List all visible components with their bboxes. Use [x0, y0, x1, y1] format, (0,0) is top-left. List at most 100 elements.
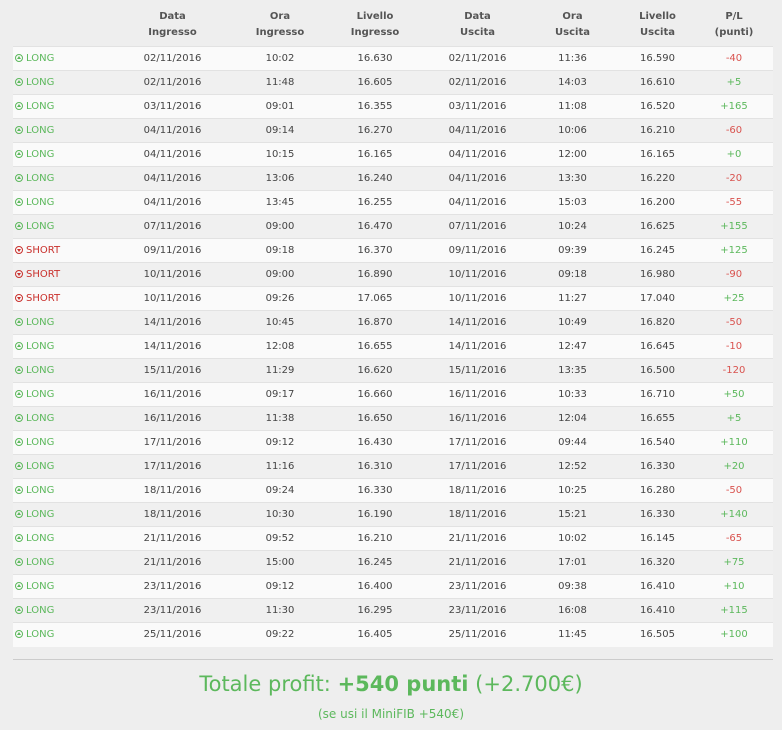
direction-label: LONG — [26, 533, 55, 544]
cell-exit-level: 17.040 — [620, 286, 695, 311]
cell-entry-time: 09:14 — [240, 118, 320, 143]
table-row: LONG 25/11/2016 09:22 16.405 25/11/2016 11:45… — [13, 622, 773, 647]
cell-exit-date: 04/11/2016 — [430, 190, 525, 215]
cell-exit-level: 16.625 — [620, 214, 695, 239]
cell-entry-level: 16.245 — [320, 550, 430, 575]
cell-exit-time: 09:39 — [525, 238, 620, 263]
cell-entry-date: 03/11/2016 — [105, 94, 240, 119]
cell-exit-time: 09:44 — [525, 430, 620, 455]
cell-exit-time: 12:04 — [525, 406, 620, 431]
cell-entry-level: 16.295 — [320, 598, 430, 623]
cell-exit-time: 09:38 — [525, 574, 620, 599]
cell-exit-date: 17/11/2016 — [430, 454, 525, 479]
cell-exit-time: 15:03 — [525, 190, 620, 215]
cell-exit-level: 16.200 — [620, 190, 695, 215]
summary-divider — [13, 659, 773, 660]
cell-entry-level: 16.890 — [320, 262, 430, 287]
cell-entry-date: 04/11/2016 — [105, 190, 240, 215]
cell-pl: +10 — [695, 574, 773, 599]
cell-entry-time: 13:06 — [240, 166, 320, 191]
minifib-note: (se usi il MiniFIB +540€) — [317, 707, 464, 721]
cell-exit-time: 17:01 — [525, 550, 620, 575]
trade-direction: SHORT — [13, 262, 105, 287]
cell-entry-date: 17/11/2016 — [105, 430, 240, 455]
cell-entry-level: 16.430 — [320, 430, 430, 455]
cell-pl: +75 — [695, 550, 773, 575]
arrow-up-circle-icon — [15, 510, 23, 518]
cell-pl: +115 — [695, 598, 773, 623]
total-profit: Totale profit: +540 punti (+2.700€) — [0, 672, 782, 696]
cell-pl: -50 — [695, 478, 773, 503]
cell-exit-time: 10:49 — [525, 310, 620, 335]
cell-pl: +5 — [695, 406, 773, 431]
cell-entry-time: 10:30 — [240, 502, 320, 527]
cell-entry-time: 09:18 — [240, 238, 320, 263]
table-row: SHORT 10/11/2016 09:00 16.890 10/11/2016 09:1… — [13, 262, 773, 287]
cell-exit-level: 16.245 — [620, 238, 695, 263]
cell-pl: +155 — [695, 214, 773, 239]
table-row: SHORT 09/11/2016 09:18 16.370 09/11/2016 09:3… — [13, 238, 773, 263]
cell-exit-date: 18/11/2016 — [430, 502, 525, 527]
arrow-up-circle-icon — [15, 102, 23, 110]
cell-entry-date: 25/11/2016 — [105, 622, 240, 647]
cell-entry-level: 16.405 — [320, 622, 430, 647]
cell-pl: +25 — [695, 286, 773, 311]
table-row: LONG 17/11/2016 11:16 16.310 17/11/2016 12:52… — [13, 454, 773, 479]
table-row: LONG 04/11/2016 10:15 16.165 04/11/2016 12:00… — [13, 142, 773, 167]
cell-entry-time: 11:16 — [240, 454, 320, 479]
direction-label: LONG — [26, 221, 55, 232]
trade-direction: LONG — [13, 334, 105, 359]
table-row: LONG 07/11/2016 09:00 16.470 07/11/2016 10:24… — [13, 214, 773, 239]
cell-exit-time: 10:24 — [525, 214, 620, 239]
arrow-down-circle-icon — [15, 270, 23, 278]
cell-entry-level: 16.605 — [320, 70, 430, 95]
trade-direction: SHORT — [13, 286, 105, 311]
total-label: Totale profit: — [199, 672, 331, 696]
arrow-up-circle-icon — [15, 150, 23, 158]
arrow-up-circle-icon — [15, 414, 23, 422]
cell-entry-date: 02/11/2016 — [105, 70, 240, 95]
cell-entry-time: 10:45 — [240, 310, 320, 335]
cell-exit-date: 03/11/2016 — [430, 94, 525, 119]
table-row: LONG 04/11/2016 13:06 16.240 04/11/2016 13:30… — [13, 166, 773, 191]
cell-pl: -55 — [695, 190, 773, 215]
cell-exit-level: 16.540 — [620, 430, 695, 455]
cell-entry-level: 16.355 — [320, 94, 430, 119]
direction-label: LONG — [26, 413, 55, 424]
table-row: LONG 21/11/2016 15:00 16.245 21/11/2016 17:01… — [13, 550, 773, 575]
cell-entry-date: 21/11/2016 — [105, 550, 240, 575]
direction-label: SHORT — [26, 269, 61, 280]
cell-entry-date: 10/11/2016 — [105, 286, 240, 311]
cell-exit-level: 16.410 — [620, 598, 695, 623]
cell-pl: -120 — [695, 358, 773, 383]
trade-direction: LONG — [13, 382, 105, 407]
direction-label: LONG — [26, 389, 55, 400]
cell-exit-date: 17/11/2016 — [430, 430, 525, 455]
direction-label: LONG — [26, 629, 55, 641]
cell-exit-time: 10:25 — [525, 478, 620, 503]
cell-pl: -10 — [695, 334, 773, 359]
cell-entry-time: 15:00 — [240, 550, 320, 575]
cell-entry-level: 16.310 — [320, 454, 430, 479]
direction-label: LONG — [26, 509, 55, 520]
arrow-up-circle-icon — [15, 222, 23, 230]
trade-direction: LONG — [13, 550, 105, 575]
cell-entry-date: 17/11/2016 — [105, 454, 240, 479]
table-row: LONG 14/11/2016 12:08 16.655 14/11/2016 12:47… — [13, 334, 773, 359]
direction-label: LONG — [26, 197, 55, 208]
direction-label: LONG — [26, 53, 55, 64]
arrow-up-circle-icon — [15, 558, 23, 566]
trade-direction: LONG — [13, 46, 105, 71]
cell-entry-level: 16.400 — [320, 574, 430, 599]
trade-direction: LONG — [13, 142, 105, 167]
cell-exit-time: 13:35 — [525, 358, 620, 383]
cell-pl: +125 — [695, 238, 773, 263]
trade-direction: LONG — [13, 94, 105, 119]
trade-direction: LONG — [13, 454, 105, 479]
cell-exit-time: 13:30 — [525, 166, 620, 191]
table-row: LONG 16/11/2016 09:17 16.660 16/11/2016 10:33… — [13, 382, 773, 407]
cell-entry-date: 07/11/2016 — [105, 214, 240, 239]
cell-entry-level: 16.470 — [320, 214, 430, 239]
cell-entry-level: 16.630 — [320, 46, 430, 71]
direction-label: LONG — [26, 77, 55, 88]
